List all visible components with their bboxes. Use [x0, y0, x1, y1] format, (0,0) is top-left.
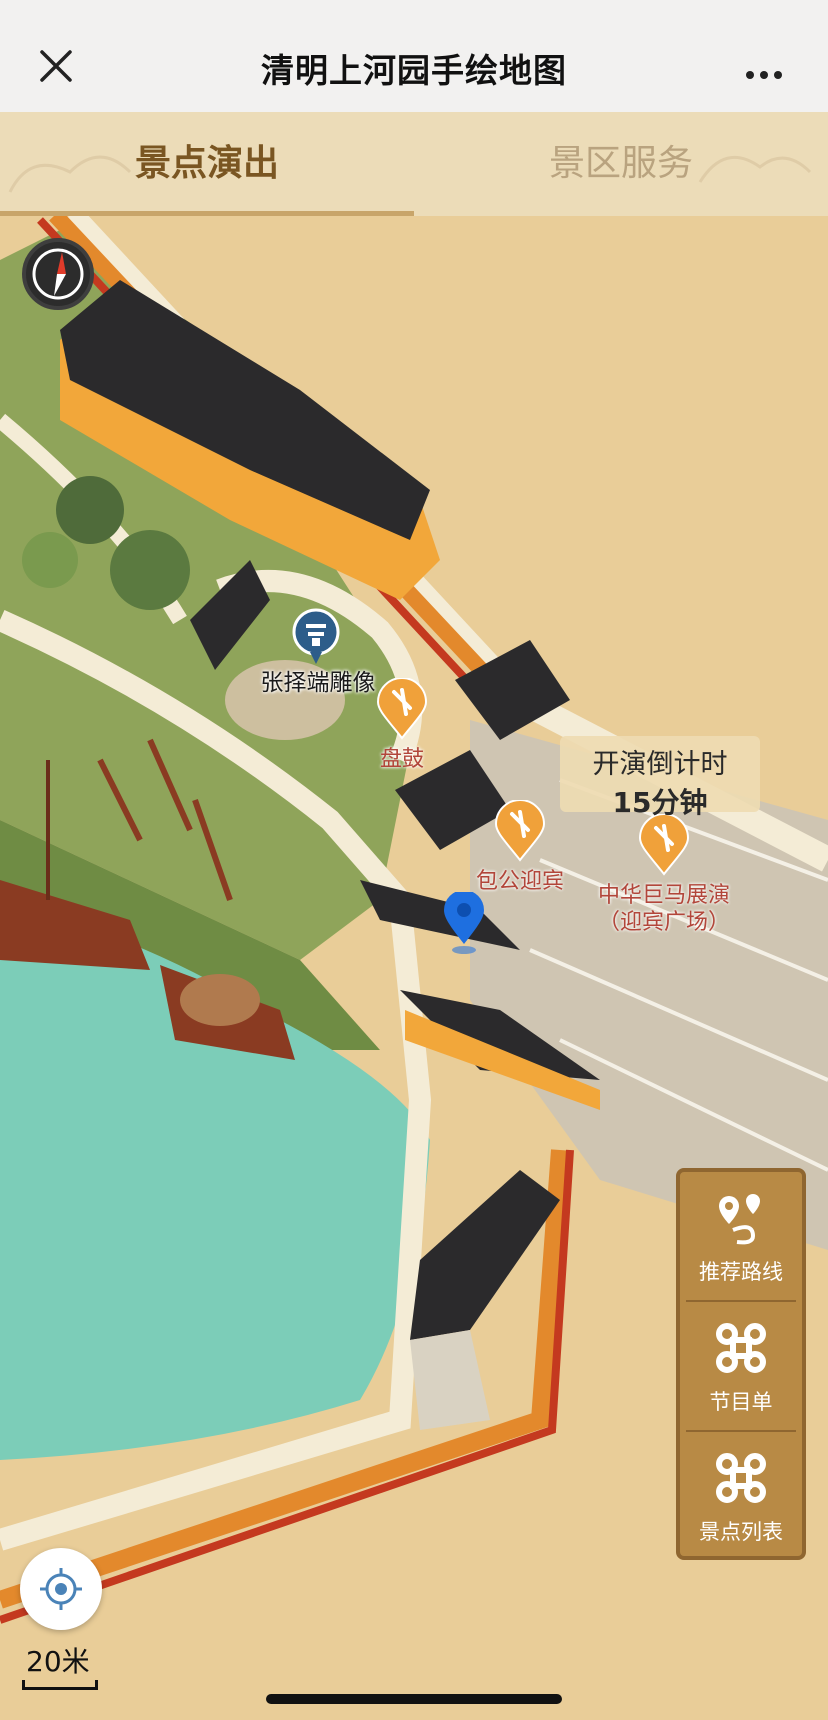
- poi-label-baogong-welcome: 包公迎宾: [475, 869, 564, 894]
- landmark-pin-icon[interactable]: [290, 608, 342, 668]
- route-icon: [719, 1194, 760, 1245]
- home-indicator: [266, 1694, 562, 1704]
- map-scale-bar: [22, 1680, 98, 1690]
- performance-pin-icon[interactable]: [638, 814, 690, 876]
- program-list-button[interactable]: 节目单: [680, 1302, 802, 1430]
- map-side-panel: 推荐路线 节目单 景点列表: [676, 1168, 806, 1560]
- performance-pin-icon[interactable]: [494, 800, 546, 862]
- tab-scenic-services[interactable]: 景区服务: [414, 112, 828, 216]
- performance-pin-icon[interactable]: [376, 678, 428, 740]
- locate-button[interactable]: [20, 1548, 102, 1630]
- countdown-label: 开演倒计时: [592, 749, 728, 780]
- map-scale-label: 20米: [26, 1645, 90, 1678]
- locate-icon: [40, 1568, 82, 1610]
- show-countdown: 开演倒计时 15分钟: [560, 736, 760, 819]
- title-bar: 清明上河园手绘地图: [0, 0, 828, 113]
- tab-bar: 景点演出 景区服务: [0, 112, 828, 216]
- tab-attractions-shows[interactable]: 景点演出: [0, 112, 414, 216]
- poi-label-giant-horse-show: 中华巨马展演（迎宾广场）: [597, 883, 730, 935]
- program-list-label: 节目单: [709, 1390, 773, 1414]
- attraction-list-label: 景点列表: [699, 1520, 783, 1544]
- recommended-route-button[interactable]: 推荐路线: [680, 1172, 802, 1300]
- command-icon: [716, 1453, 766, 1503]
- location-pin-icon: [440, 892, 488, 958]
- page-title: 清明上河园手绘地图: [261, 51, 567, 90]
- more-icon[interactable]: [746, 64, 790, 79]
- command-icon: [716, 1323, 766, 1373]
- recommended-route-label: 推荐路线: [699, 1260, 783, 1284]
- compass-icon[interactable]: [22, 238, 94, 310]
- countdown-value: 15分钟: [612, 786, 708, 819]
- attraction-list-button[interactable]: 景点列表: [680, 1432, 802, 1560]
- poi-label-pangu: 盘鼓: [379, 747, 424, 772]
- poi-label-zhang-zeduan-statue: 张择端雕像: [260, 670, 376, 696]
